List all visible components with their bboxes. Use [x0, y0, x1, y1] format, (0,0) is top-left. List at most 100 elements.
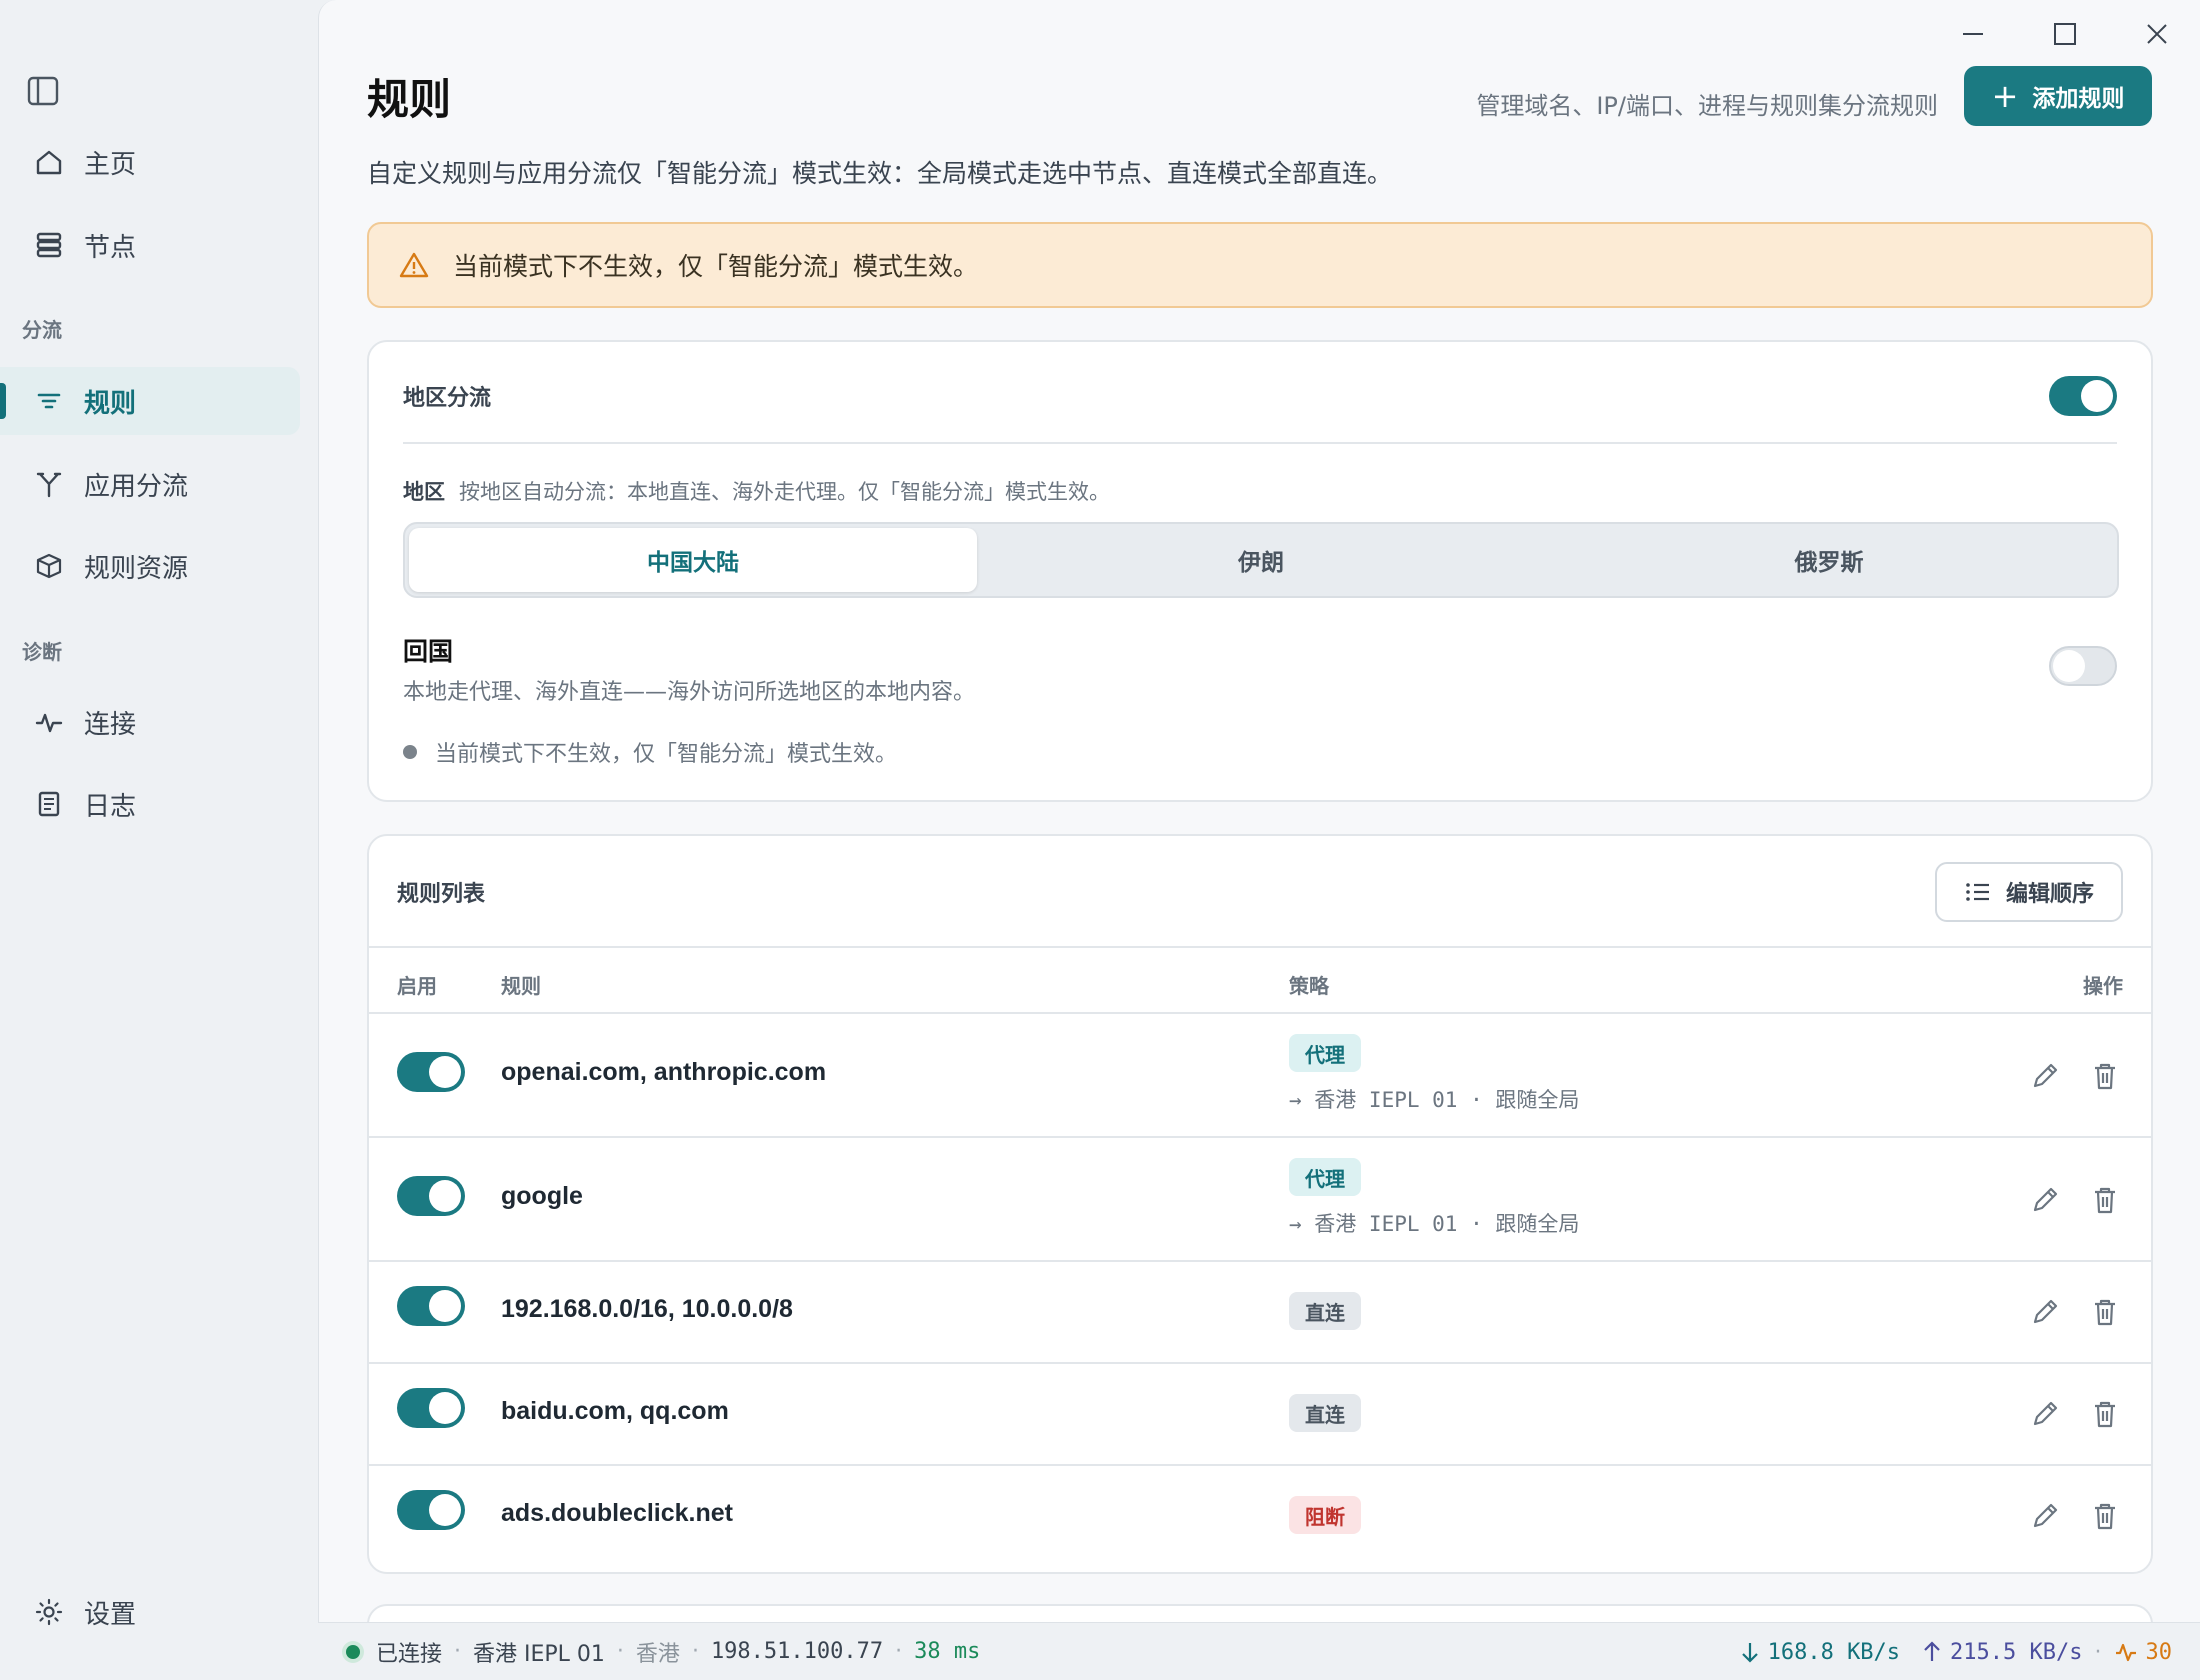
rule-enabled-toggle[interactable]: [397, 1052, 465, 1092]
status-bar: 已连接 · 香港 IEPL 01 · 香港 · 198.51.100.77 · …: [318, 1622, 2200, 1680]
delete-icon[interactable]: [2085, 1394, 2125, 1434]
rule-enabled-toggle[interactable]: [397, 1388, 465, 1428]
table-row: baidu.com, qq.com 直连: [369, 1364, 2151, 1466]
activity-icon: [32, 705, 66, 739]
upload-speed: 215.5 KB/s: [1950, 1639, 2083, 1665]
sidebar-toggle-icon[interactable]: [26, 74, 60, 108]
connected-dot: [346, 1644, 360, 1659]
next-card-peek: [367, 1604, 2153, 1622]
sidebar-item-label: 日志: [84, 791, 137, 822]
gear-icon: [32, 1595, 66, 1629]
sidebar-item-label: 设置: [84, 1599, 137, 1630]
server-icon: [32, 228, 66, 262]
maximize-icon[interactable]: [2045, 14, 2085, 54]
return-home-toggle[interactable]: [2049, 646, 2117, 686]
connection-state: 已连接: [376, 1641, 443, 1667]
geo-split-card: 地区分流 地区 按地区自动分流：本地直连、海外走代理。仅「智能分流」模式生效。 中…: [367, 340, 2153, 802]
table-row: google 代理 → 香港 IEPL 01 · 跟随全局: [369, 1138, 2151, 1262]
region-label: 地区: [403, 480, 445, 504]
region-option-iran[interactable]: 伊朗: [977, 528, 1545, 592]
home-icon: [32, 145, 66, 179]
table-row: openai.com, anthropic.com 代理 → 香港 IEPL 0…: [369, 1014, 2151, 1138]
list-order-icon: [1964, 880, 1992, 904]
sidebar-item-label: 应用分流: [84, 471, 189, 502]
col-policy: 策略: [1289, 974, 1329, 998]
delete-icon[interactable]: [2085, 1180, 2125, 1220]
return-home-title: 回国: [403, 637, 454, 666]
rules-table-header: 启用 规则 策略 操作: [369, 946, 2151, 1014]
rule-text: openai.com, anthropic.com: [501, 1058, 827, 1086]
sidebar-item-label: 连接: [84, 709, 137, 740]
rule-text: baidu.com, qq.com: [501, 1397, 729, 1425]
col-actions: 操作: [2083, 974, 2123, 998]
edit-icon[interactable]: [2025, 1056, 2065, 1096]
node-region: 香港: [635, 1641, 680, 1667]
region-option-mainland[interactable]: 中国大陆: [409, 528, 977, 592]
sidebar-item-label: 规则: [84, 388, 137, 419]
sidebar-item-home[interactable]: 主页: [0, 128, 300, 196]
status-dot: [403, 745, 417, 759]
box-icon: [32, 549, 66, 583]
delete-icon[interactable]: [2085, 1292, 2125, 1332]
split-icon: [32, 467, 66, 501]
sidebar-item-connections[interactable]: 连接: [0, 688, 300, 756]
mode-warning-banner: 当前模式下不生效，仅「智能分流」模式生效。: [367, 222, 2153, 308]
edit-icon[interactable]: [2025, 1180, 2065, 1220]
sidebar-item-label: 节点: [84, 232, 137, 263]
filter-icon: [32, 384, 66, 418]
edit-icon[interactable]: [2025, 1394, 2065, 1434]
warning-icon: [399, 251, 429, 279]
rule-text: google: [501, 1182, 583, 1210]
edit-icon[interactable]: [2025, 1496, 2065, 1536]
page-subtitle: 管理域名、IP/端口、进程与规则集分流规则: [1476, 92, 1938, 120]
divider: [403, 442, 2117, 444]
policy-badge: 直连: [1289, 1292, 1361, 1330]
minimize-icon[interactable]: [1953, 14, 1993, 54]
table-row: ads.doubleclick.net 阻断: [369, 1466, 2151, 1568]
connection-count: 30: [2145, 1639, 2173, 1665]
delete-icon[interactable]: [2085, 1496, 2125, 1536]
plus-icon: +: [1991, 77, 2019, 115]
rule-text: ads.doubleclick.net: [501, 1499, 734, 1527]
edit-order-label: 编辑顺序: [2005, 882, 2094, 907]
add-rule-button[interactable]: + 添加规则: [1964, 66, 2152, 126]
return-home-note-text: 当前模式下不生效，仅「智能分流」模式生效。: [435, 742, 898, 767]
delete-icon[interactable]: [2085, 1056, 2125, 1096]
rule-text: 192.168.0.0/16, 10.0.0.0/8: [501, 1295, 793, 1323]
rule-enabled-toggle[interactable]: [397, 1490, 465, 1530]
main-panel: 规则 管理域名、IP/端口、进程与规则集分流规则 + 添加规则 自定义规则与应用…: [318, 0, 2200, 1622]
sidebar-item-label: 主页: [84, 149, 137, 180]
sidebar-item-logs[interactable]: 日志: [0, 770, 300, 838]
rule-enabled-toggle[interactable]: [397, 1176, 465, 1216]
geo-split-toggle[interactable]: [2049, 376, 2117, 416]
policy-badge: 阻断: [1289, 1496, 1361, 1534]
close-icon[interactable]: [2137, 14, 2177, 54]
page-title: 规则: [367, 75, 452, 124]
region-option-russia[interactable]: 俄罗斯: [1545, 528, 2113, 592]
table-row: 192.168.0.0/16, 10.0.0.0/8 直连: [369, 1262, 2151, 1364]
sidebar-item-rules[interactable]: 规则: [0, 367, 300, 435]
region-segmented-control: 中国大陆 伊朗 俄罗斯: [403, 522, 2119, 598]
sidebar-item-nodes[interactable]: 节点: [0, 211, 300, 279]
download-speed: 168.8 KB/s: [1767, 1639, 1901, 1665]
sidebar-item-settings[interactable]: 设置: [0, 1578, 300, 1646]
edit-icon[interactable]: [2025, 1292, 2065, 1332]
return-home-description: 本地走代理、海外直连——海外访问所选地区的本地内容。: [403, 680, 976, 705]
edit-order-button[interactable]: 编辑顺序: [1935, 862, 2123, 922]
col-enabled: 启用: [397, 974, 437, 998]
log-icon: [32, 787, 66, 821]
rules-list-title: 规则列表: [397, 882, 486, 907]
sidebar-item-app-split[interactable]: 应用分流: [0, 450, 300, 518]
download-icon: [1740, 1640, 1760, 1664]
region-hint-text: 按地区自动分流：本地直连、海外走代理。仅「智能分流」模式生效。: [459, 480, 1110, 504]
upload-icon: [1922, 1640, 1942, 1664]
rule-enabled-toggle[interactable]: [397, 1286, 465, 1326]
sidebar: 主页 节点 分流 规则 应用分流 规则资源 诊断 连接 日志 设置: [0, 0, 318, 1680]
policy-target: → 香港 IEPL 01 · 跟随全局: [1289, 1088, 1580, 1112]
exit-ip: 198.51.100.77: [710, 1639, 884, 1664]
policy-badge: 直连: [1289, 1394, 1361, 1432]
return-home-note: 当前模式下不生效，仅「智能分流」模式生效。: [403, 736, 897, 768]
sidebar-item-rule-resources[interactable]: 规则资源: [0, 532, 300, 600]
add-rule-label: 添加规则: [2032, 86, 2125, 112]
policy-target: → 香港 IEPL 01 · 跟随全局: [1289, 1212, 1580, 1236]
